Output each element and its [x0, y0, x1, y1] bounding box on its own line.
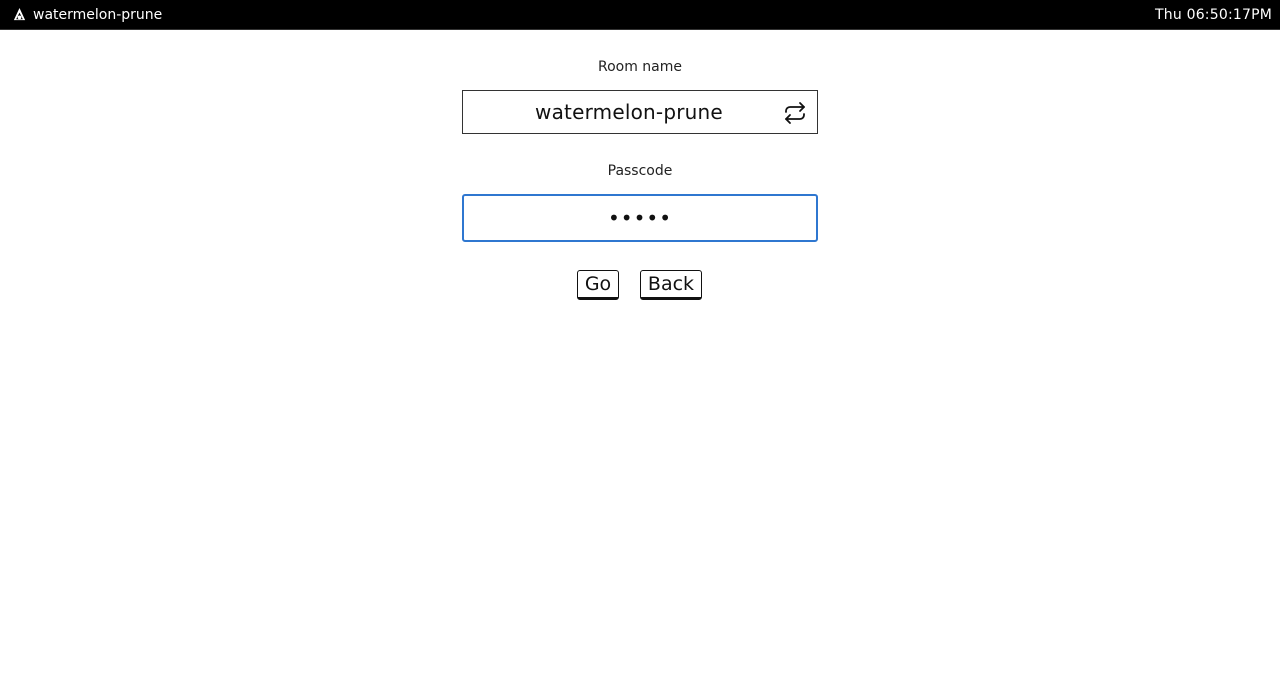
- top-bar: watermelon-prune Thu 06:50:17PM: [0, 0, 1280, 30]
- tree-icon: [13, 7, 26, 21]
- repeat-icon[interactable]: [783, 101, 807, 125]
- room-name-label: Room name: [597, 59, 683, 75]
- app-identity: watermelon-prune: [12, 7, 162, 23]
- room-name-value: watermelon-prune: [535, 100, 723, 124]
- room-name-field: watermelon-prune: [462, 90, 818, 134]
- go-button[interactable]: Go: [577, 270, 619, 300]
- passcode-field-wrapper: [462, 194, 818, 242]
- back-button[interactable]: Back: [640, 270, 702, 300]
- passcode-input[interactable]: [464, 205, 816, 231]
- app-name: watermelon-prune: [33, 6, 163, 23]
- clock: Thu 06:50:17PM: [1155, 6, 1272, 23]
- passcode-label: Passcode: [607, 163, 673, 179]
